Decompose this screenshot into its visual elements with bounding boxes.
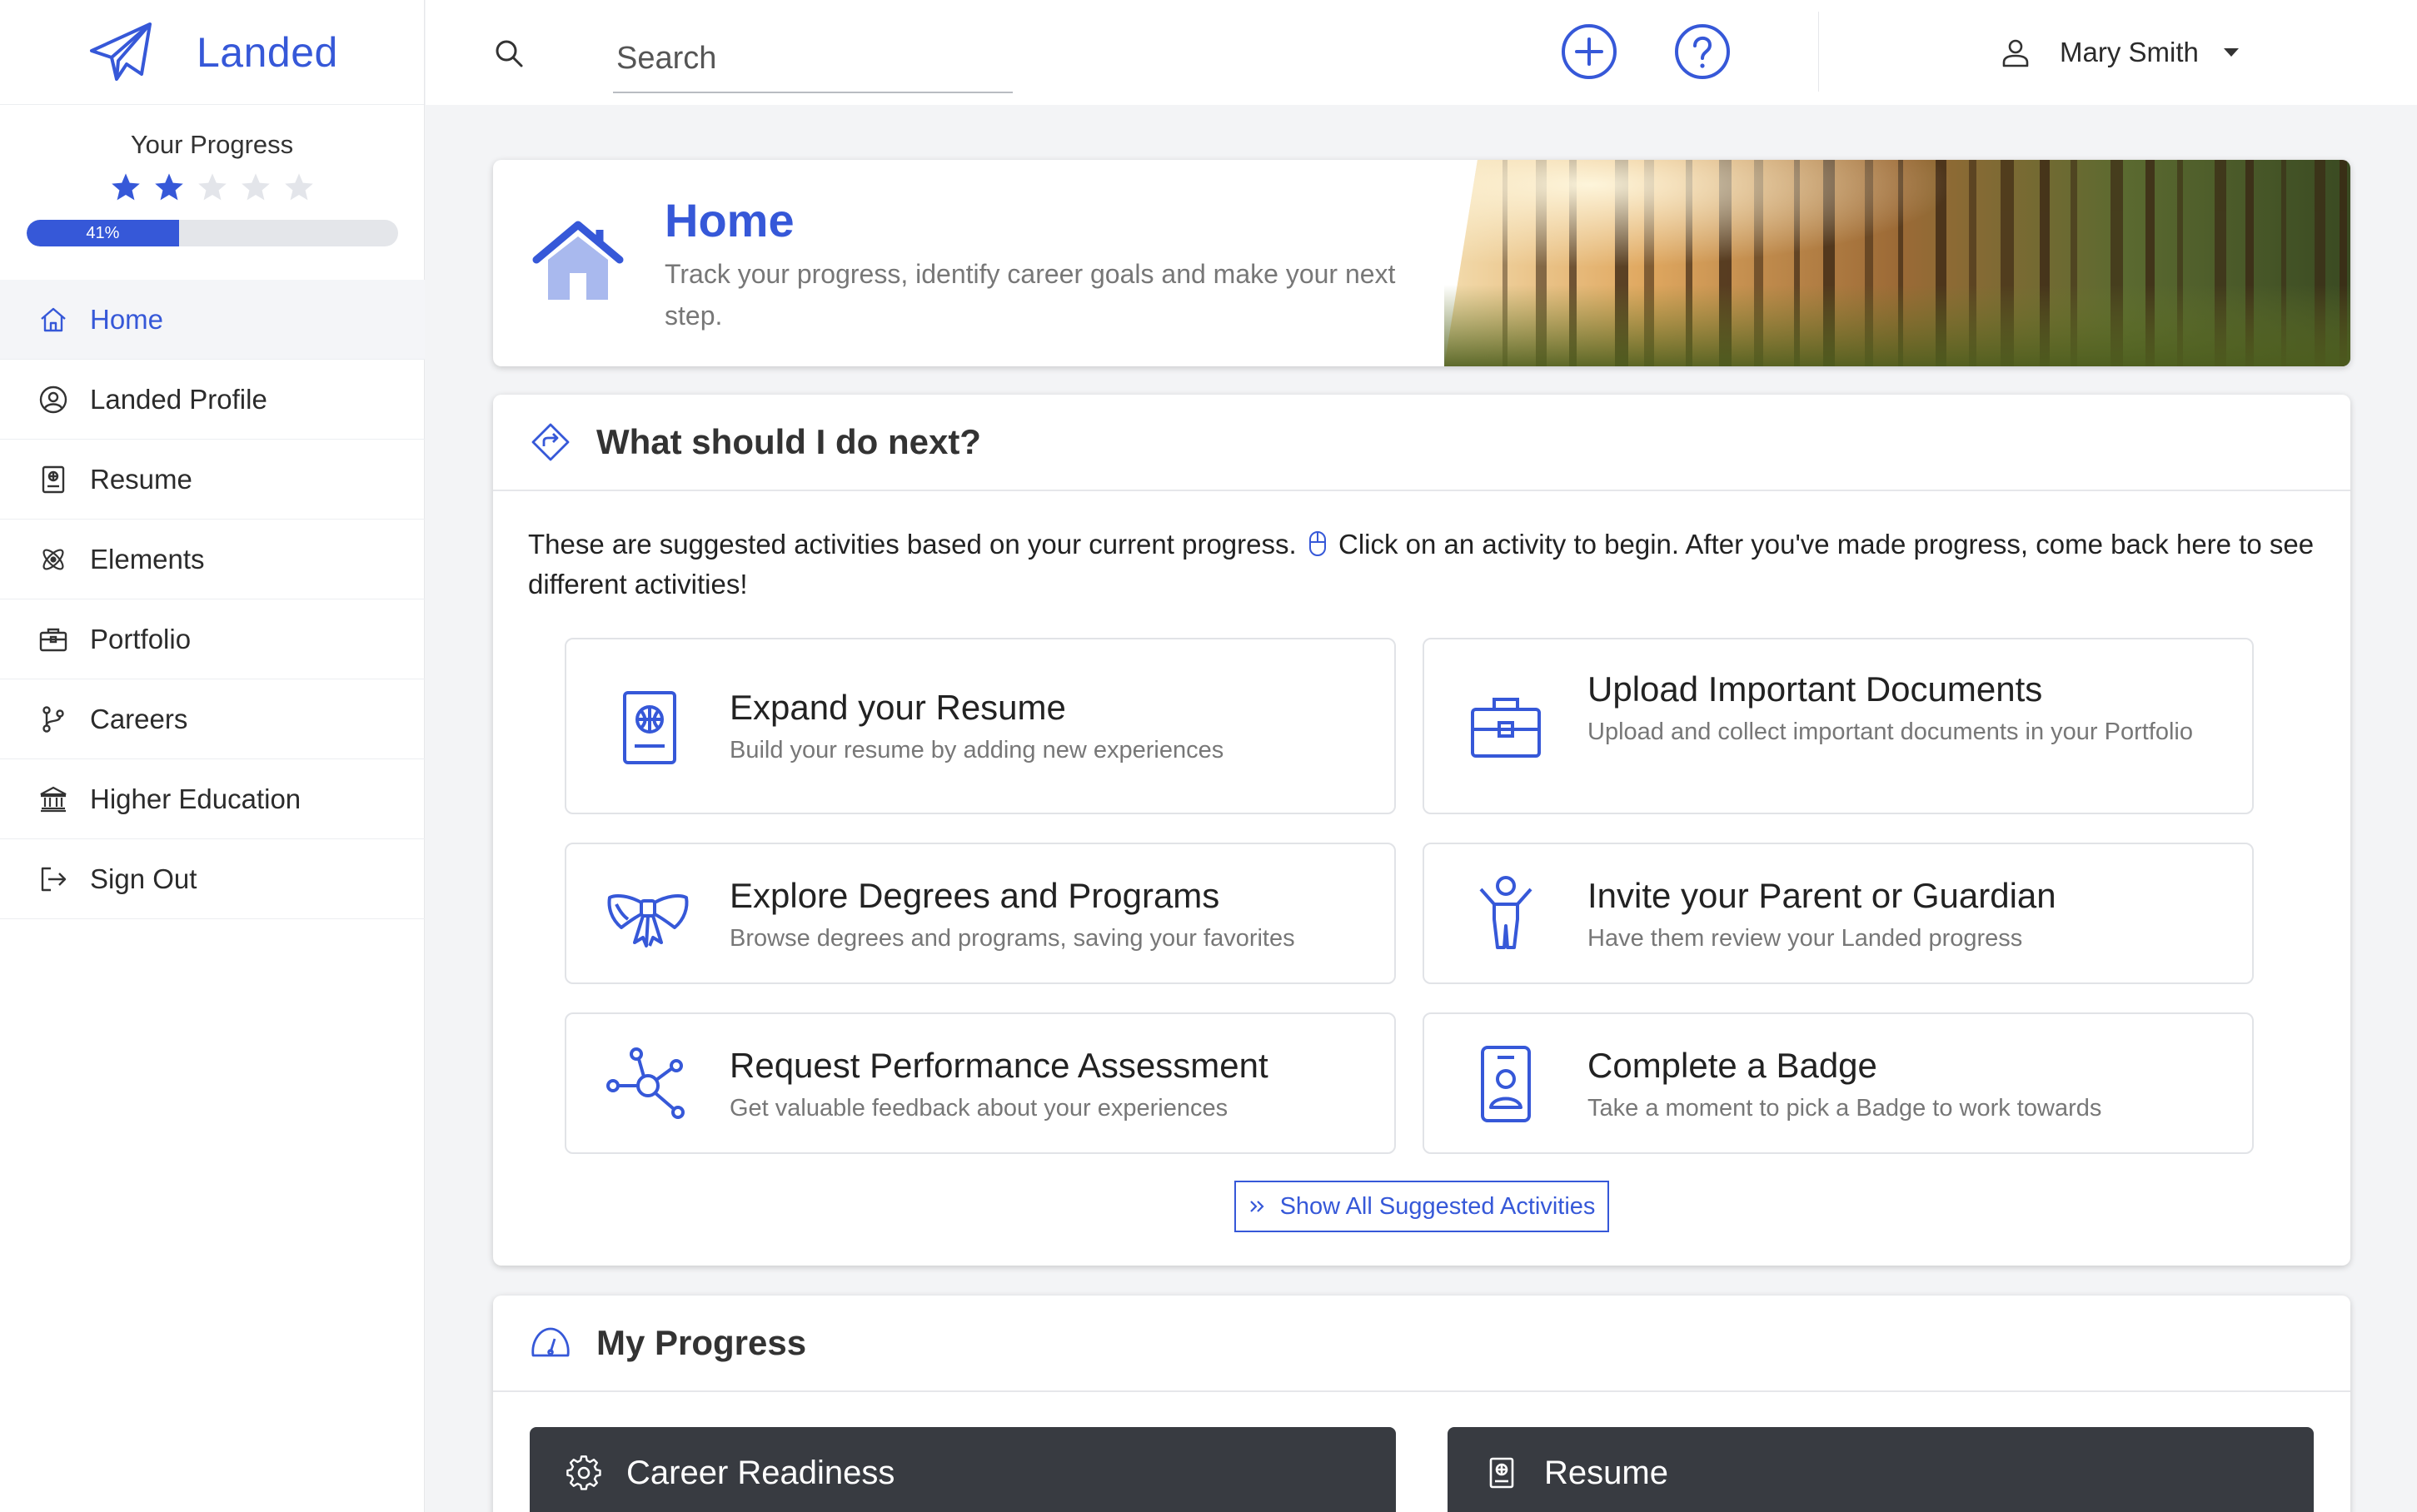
user-menu[interactable]: Mary Smith: [2000, 25, 2240, 80]
progress-title: Your Progress: [130, 130, 294, 159]
sidebar-item-home[interactable]: Home: [0, 280, 425, 360]
resume-icon: [1489, 1457, 1514, 1489]
sidebar-item-label: Elements: [90, 543, 205, 574]
panel-title: Resume: [1544, 1454, 1668, 1491]
star-filled-icon: [154, 173, 183, 201]
star-empty-icon: [284, 173, 313, 201]
person-icon: [1479, 876, 1532, 949]
progress-fill: 41%: [27, 220, 179, 246]
activity-subtitle: Browse degrees and programs, saving your…: [730, 925, 1295, 952]
forest-banner-image: [1444, 160, 2350, 366]
star-empty-icon: [241, 173, 270, 201]
mouse-icon: [1308, 531, 1326, 556]
sidebar-item-label: Home: [90, 303, 164, 335]
user-name: Mary Smith: [2060, 37, 2199, 67]
activity-subtitle: Upload and collect important documents i…: [1587, 719, 2193, 745]
activity-title: Explore Degrees and Programs: [730, 876, 1220, 915]
next-steps-title: What should I do next?: [596, 422, 981, 461]
activity-subtitle: Build your resume by adding new experien…: [730, 737, 1224, 763]
briefcase-icon: [1471, 698, 1541, 758]
activity-title: Request Performance Assessment: [730, 1046, 1268, 1085]
sidebar-item-elements[interactable]: Elements: [0, 520, 425, 599]
activity-subtitle: Get valuable feedback about your experie…: [730, 1095, 1228, 1122]
gear-icon: [566, 1455, 601, 1490]
progress-panel-career-readiness[interactable]: Career Readiness: [530, 1427, 1396, 1512]
next-steps-header: What should I do next?: [493, 395, 2350, 491]
atom-icon: [42, 548, 64, 570]
sidebar-item-sign-out[interactable]: Sign Out: [0, 839, 425, 919]
resume-icon: [42, 465, 65, 493]
university-icon: [40, 786, 67, 812]
top-divider: [1818, 12, 1819, 92]
question-circle-icon[interactable]: [1673, 22, 1732, 81]
sidebar: Landed Your Progress 41% Home Landed Pro…: [0, 0, 425, 1512]
resume-icon: [623, 691, 676, 764]
speedometer-icon: [531, 1327, 570, 1357]
badge-icon: [1481, 1046, 1531, 1122]
brand-name: Landed: [197, 28, 338, 76]
progress-panel-resume[interactable]: Resume: [1448, 1427, 2314, 1512]
my-progress-card: My Progress Career Readiness Resume: [493, 1296, 2350, 1512]
sidebar-item-label: Resume: [90, 463, 192, 495]
star-filled-icon: [111, 173, 140, 201]
show-all-label: Show All Suggested Activities: [1279, 1192, 1596, 1220]
search-input[interactable]: [613, 25, 1013, 93]
plus-circle-icon[interactable]: [1560, 22, 1618, 81]
sign-out-icon: [41, 867, 67, 891]
sidebar-item-higher-education[interactable]: Higher Education: [0, 759, 425, 839]
next-steps-card: What should I do next? These are suggest…: [493, 395, 2350, 1266]
top-bar: Mary Smith: [426, 0, 2417, 105]
my-progress-header: My Progress: [493, 1296, 2350, 1392]
activity-tile-expand-resume[interactable]: Expand your Resume Build your resume by …: [565, 638, 1396, 814]
activity-tile-performance-assessment[interactable]: Request Performance Assessment Get valua…: [565, 1012, 1396, 1154]
home-icon: [41, 307, 66, 331]
sidebar-item-label: Landed Profile: [90, 383, 267, 415]
description-text: These are suggested activities based on …: [528, 529, 1297, 560]
search-bar: [492, 25, 1067, 93]
activity-title: Upload Important Documents: [1587, 669, 2043, 709]
sidebar-item-label: Higher Education: [90, 783, 302, 814]
panel-title: Career Readiness: [626, 1454, 895, 1491]
activity-subtitle: Take a moment to pick a Badge to work to…: [1587, 1095, 2102, 1122]
activity-tile-complete-badge[interactable]: Complete a Badge Take a moment to pick a…: [1423, 1012, 2254, 1154]
home-icon: [532, 221, 624, 300]
chevron-down-icon: [2223, 48, 2239, 57]
sidebar-item-careers[interactable]: Careers: [0, 679, 425, 759]
activity-subtitle: Have them review your Landed progress: [1587, 925, 2023, 952]
activity-tile-explore-degrees[interactable]: Explore Degrees and Programs Browse degr…: [565, 843, 1396, 984]
sidebar-item-portfolio[interactable]: Portfolio: [0, 599, 425, 679]
user-icon: [2002, 39, 2029, 67]
user-circle-icon: [39, 385, 67, 413]
sidebar-item-landed-profile[interactable]: Landed Profile: [0, 360, 425, 440]
hero-card: Home Track your progress, identify caree…: [493, 160, 2350, 366]
activity-title: Complete a Badge: [1587, 1046, 1877, 1085]
double-chevron-right-icon: [1249, 1201, 1264, 1212]
next-steps-description: These are suggested activities based on …: [528, 525, 2319, 604]
sidebar-nav: Home Landed Profile Resume Elements Port…: [0, 280, 425, 919]
activity-title: Invite your Parent or Guardian: [1587, 876, 2056, 915]
show-all-activities-button[interactable]: Show All Suggested Activities: [1234, 1181, 1609, 1232]
sidebar-item-resume[interactable]: Resume: [0, 440, 425, 520]
activity-tile-invite-parent[interactable]: Invite your Parent or Guardian Have them…: [1423, 843, 2254, 984]
my-progress-title: My Progress: [596, 1323, 807, 1362]
progress-block: Your Progress: [0, 105, 424, 280]
briefcase-icon: [39, 628, 67, 651]
activity-title: Expand your Resume: [730, 688, 1066, 727]
progress-bar: 41%: [27, 220, 398, 246]
sidebar-item-label: Careers: [90, 703, 188, 734]
network-icon: [606, 1047, 685, 1119]
ribbon-icon: [607, 894, 689, 947]
progress-stars: [0, 172, 424, 203]
directions-icon: [531, 423, 570, 461]
activity-tile-upload-documents[interactable]: Upload Important Documents Upload and co…: [1423, 638, 2254, 814]
sidebar-item-label: Sign Out: [90, 863, 197, 894]
branch-icon: [42, 705, 64, 733]
page-title: Home: [665, 194, 795, 246]
page-subtitle: Track your progress, identify career goa…: [665, 259, 1396, 331]
paper-plane-icon: [90, 22, 152, 81]
sidebar-item-label: Portfolio: [90, 623, 192, 654]
brand[interactable]: Landed: [0, 0, 424, 105]
star-empty-icon: [197, 173, 227, 201]
search-icon[interactable]: [492, 37, 526, 70]
